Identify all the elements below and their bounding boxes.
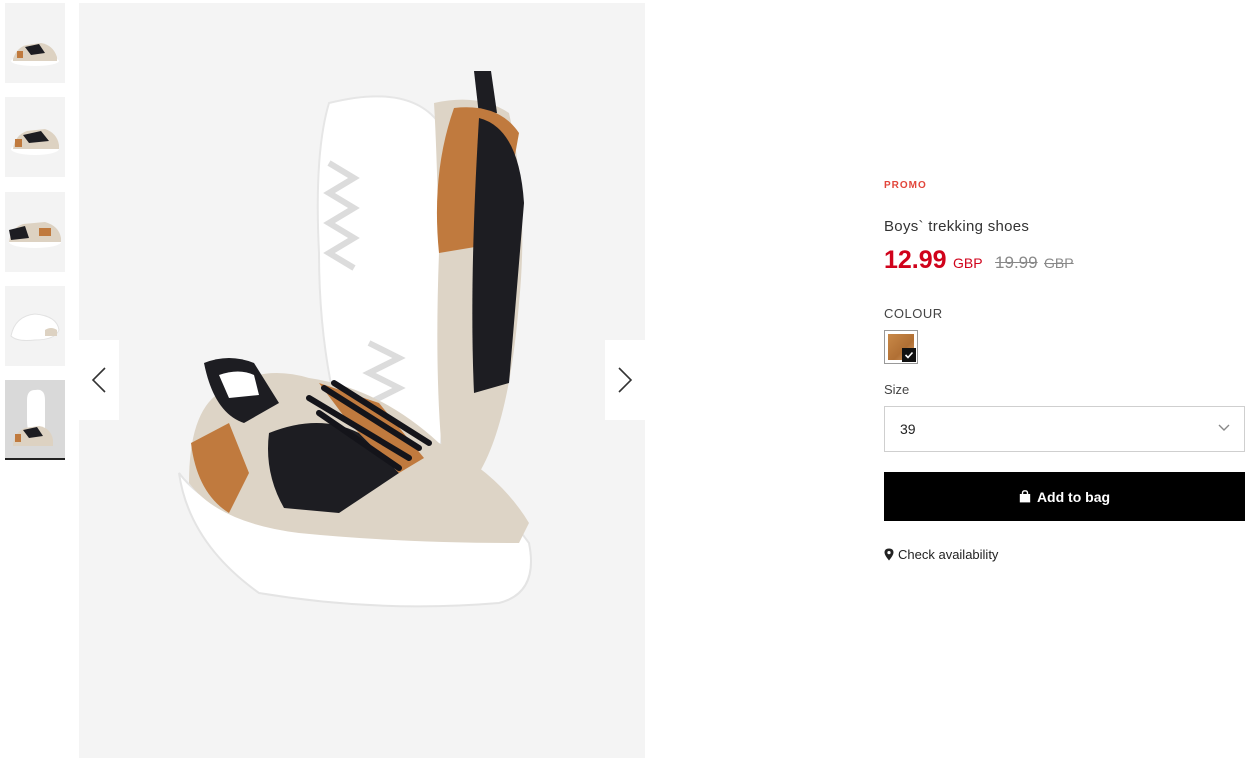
size-label: Size: [884, 382, 910, 397]
product-title: Boys` trekking shoes: [884, 218, 1030, 235]
old-price-currency: GBP: [1044, 255, 1074, 271]
chevron-right-icon: [618, 367, 633, 393]
colour-swatch[interactable]: [884, 330, 918, 364]
price-row: 12.99 GBP 19.99 GBP: [884, 246, 1074, 275]
thumbnail-3[interactable]: [5, 192, 65, 272]
shoes-photo: [178, 71, 532, 608]
size-select-value: 39: [900, 421, 916, 437]
current-price: 12.99: [884, 246, 947, 274]
product-page: PROMO Boys` trekking shoes 12.99 GBP 19.…: [0, 0, 1250, 767]
shopping-bag-icon: [1019, 490, 1031, 503]
prev-image-button[interactable]: [79, 340, 119, 420]
next-image-button[interactable]: [605, 340, 645, 420]
check-icon: [902, 348, 916, 362]
map-pin-icon: [884, 548, 894, 561]
check-availability-label: Check availability: [898, 547, 999, 562]
main-product-image: [79, 3, 645, 758]
check-availability-link[interactable]: Check availability: [884, 547, 998, 562]
add-to-bag-label: Add to bag: [1036, 488, 1111, 505]
size-select[interactable]: 39: [884, 406, 1245, 452]
current-price-currency: GBP: [953, 255, 983, 271]
add-to-bag-button[interactable]: Add to bag: [884, 472, 1245, 521]
thumbnail-2[interactable]: [5, 97, 65, 177]
promo-badge: PROMO: [884, 180, 927, 191]
old-price: 19.99: [995, 253, 1038, 272]
thumbnail-1[interactable]: [5, 3, 65, 83]
colour-label: COLOUR: [884, 306, 943, 321]
active-thumbnail-indicator: [5, 458, 65, 460]
chevron-left-icon: [91, 367, 106, 393]
thumbnail-4[interactable]: [5, 286, 65, 366]
thumbnail-5[interactable]: [5, 380, 65, 460]
chevron-down-icon: [1218, 424, 1230, 431]
